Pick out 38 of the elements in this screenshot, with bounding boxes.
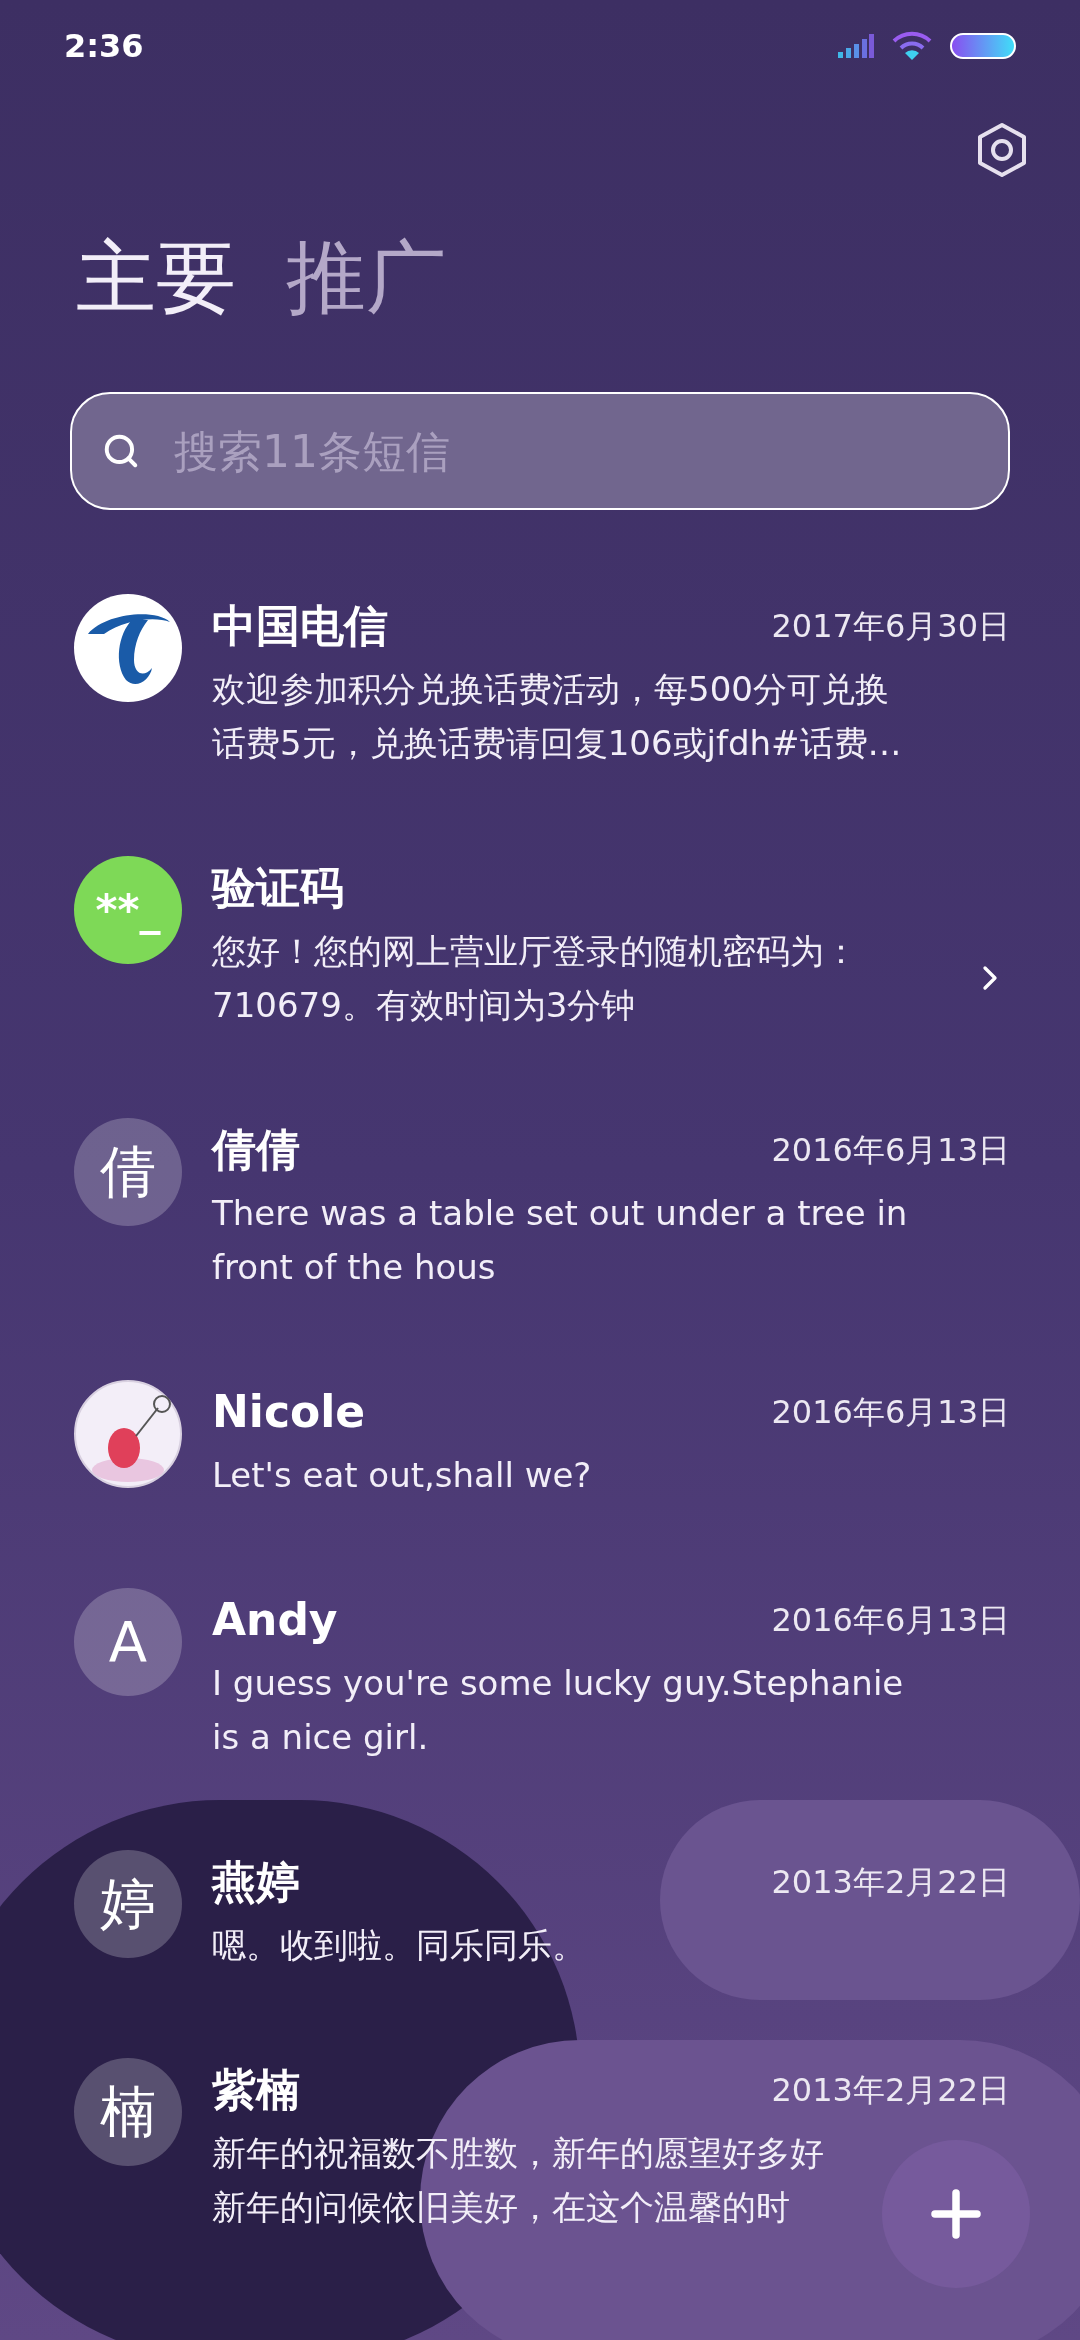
- conversation-item[interactable]: A Andy 2016年6月13日 I guess you're some lucky guy.Stephanie is a nice girl.: [0, 1588, 1080, 1850]
- tab[interactable]: 推广: [286, 238, 446, 318]
- message-date: 2013年2月22日: [771, 1862, 1010, 1903]
- message-preview: There was a table set out under a tree in front of the hous: [212, 1192, 908, 1289]
- conversation-item[interactable]: 婷 燕婷 2013年2月22日 嗯。收到啦。同乐同乐。: [0, 1850, 1080, 2058]
- message-date: 2016年6月13日: [771, 1392, 1010, 1433]
- battery-icon: [950, 33, 1016, 59]
- conversation-item[interactable]: Nicole 2016年6月13日 Let's eat out,shall we?: [0, 1380, 1080, 1588]
- message-preview: 您好！您的网上营业厅登录的随机密码为： 710679。有效时间为3分钟: [212, 930, 858, 1027]
- message-date: 2017年6月30日: [771, 606, 1010, 647]
- contact-name: 燕婷: [212, 1855, 300, 1909]
- contact-name: Nicole: [212, 1385, 366, 1439]
- message-preview: I guess you're some lucky guy.Stephanie is a nice girl.: [212, 1662, 904, 1759]
- search-icon: [102, 432, 140, 470]
- tab[interactable]: 主要: [76, 238, 236, 318]
- conversation-item[interactable]: 倩 倩倩 2016年6月13日 There was a table set out under a tree in front of the hous: [0, 1118, 1080, 1380]
- wifi-icon: [892, 31, 932, 61]
- message-date: 2016年6月13日: [771, 1600, 1010, 1641]
- message-preview: Let's eat out,shall we?: [212, 1454, 592, 1497]
- contact-name: 紫楠: [212, 2063, 300, 2117]
- signal-icon: [838, 34, 874, 58]
- message-date: 2016年6月13日: [771, 1130, 1010, 1171]
- contact-name: 验证码: [212, 861, 344, 915]
- conversation-item[interactable]: **_ 验证码 您好！您的网上营业厅登录的随机密码为： 710679。有效时间为3分钟: [0, 856, 1080, 1118]
- settings-icon[interactable]: [976, 122, 1028, 178]
- message-preview: 新年的祝福数不胜数，新年的愿望好多好 新年的问候依旧美好，在这个温馨的时: [212, 2132, 824, 2229]
- message-preview: 嗯。收到啦。同乐同乐。: [212, 1924, 586, 1967]
- telecom-logo-icon: [74, 594, 182, 702]
- cartoon-avatar-icon: [74, 1380, 182, 1488]
- contact-name: Andy: [212, 1593, 338, 1647]
- contact-name: 倩倩: [212, 1123, 300, 1177]
- contact-name: 中国电信: [212, 599, 388, 653]
- message-preview: 欢迎参加积分兑换话费活动，每500分可兑换 话费5元，兑换话费请回复106或jfdh#话费…: [212, 668, 902, 765]
- status-time: 2:36: [64, 26, 144, 67]
- message-date: 2013年2月22日: [771, 2070, 1010, 2111]
- conversation-item[interactable]: 楠 紫楠 2013年2月22日 新年的祝福数不胜数，新年的愿望好多好 新年的问候依旧美好，在这个温馨的时: [0, 2058, 1080, 2320]
- conversation-item[interactable]: 中国电信 2017年6月30日 欢迎参加积分兑换话费活动，每500分可兑换 话费5元，兑换话费请回复106或jfdh#话费…: [0, 594, 1080, 856]
- search-field[interactable]: 搜索11条短信: [70, 392, 1010, 510]
